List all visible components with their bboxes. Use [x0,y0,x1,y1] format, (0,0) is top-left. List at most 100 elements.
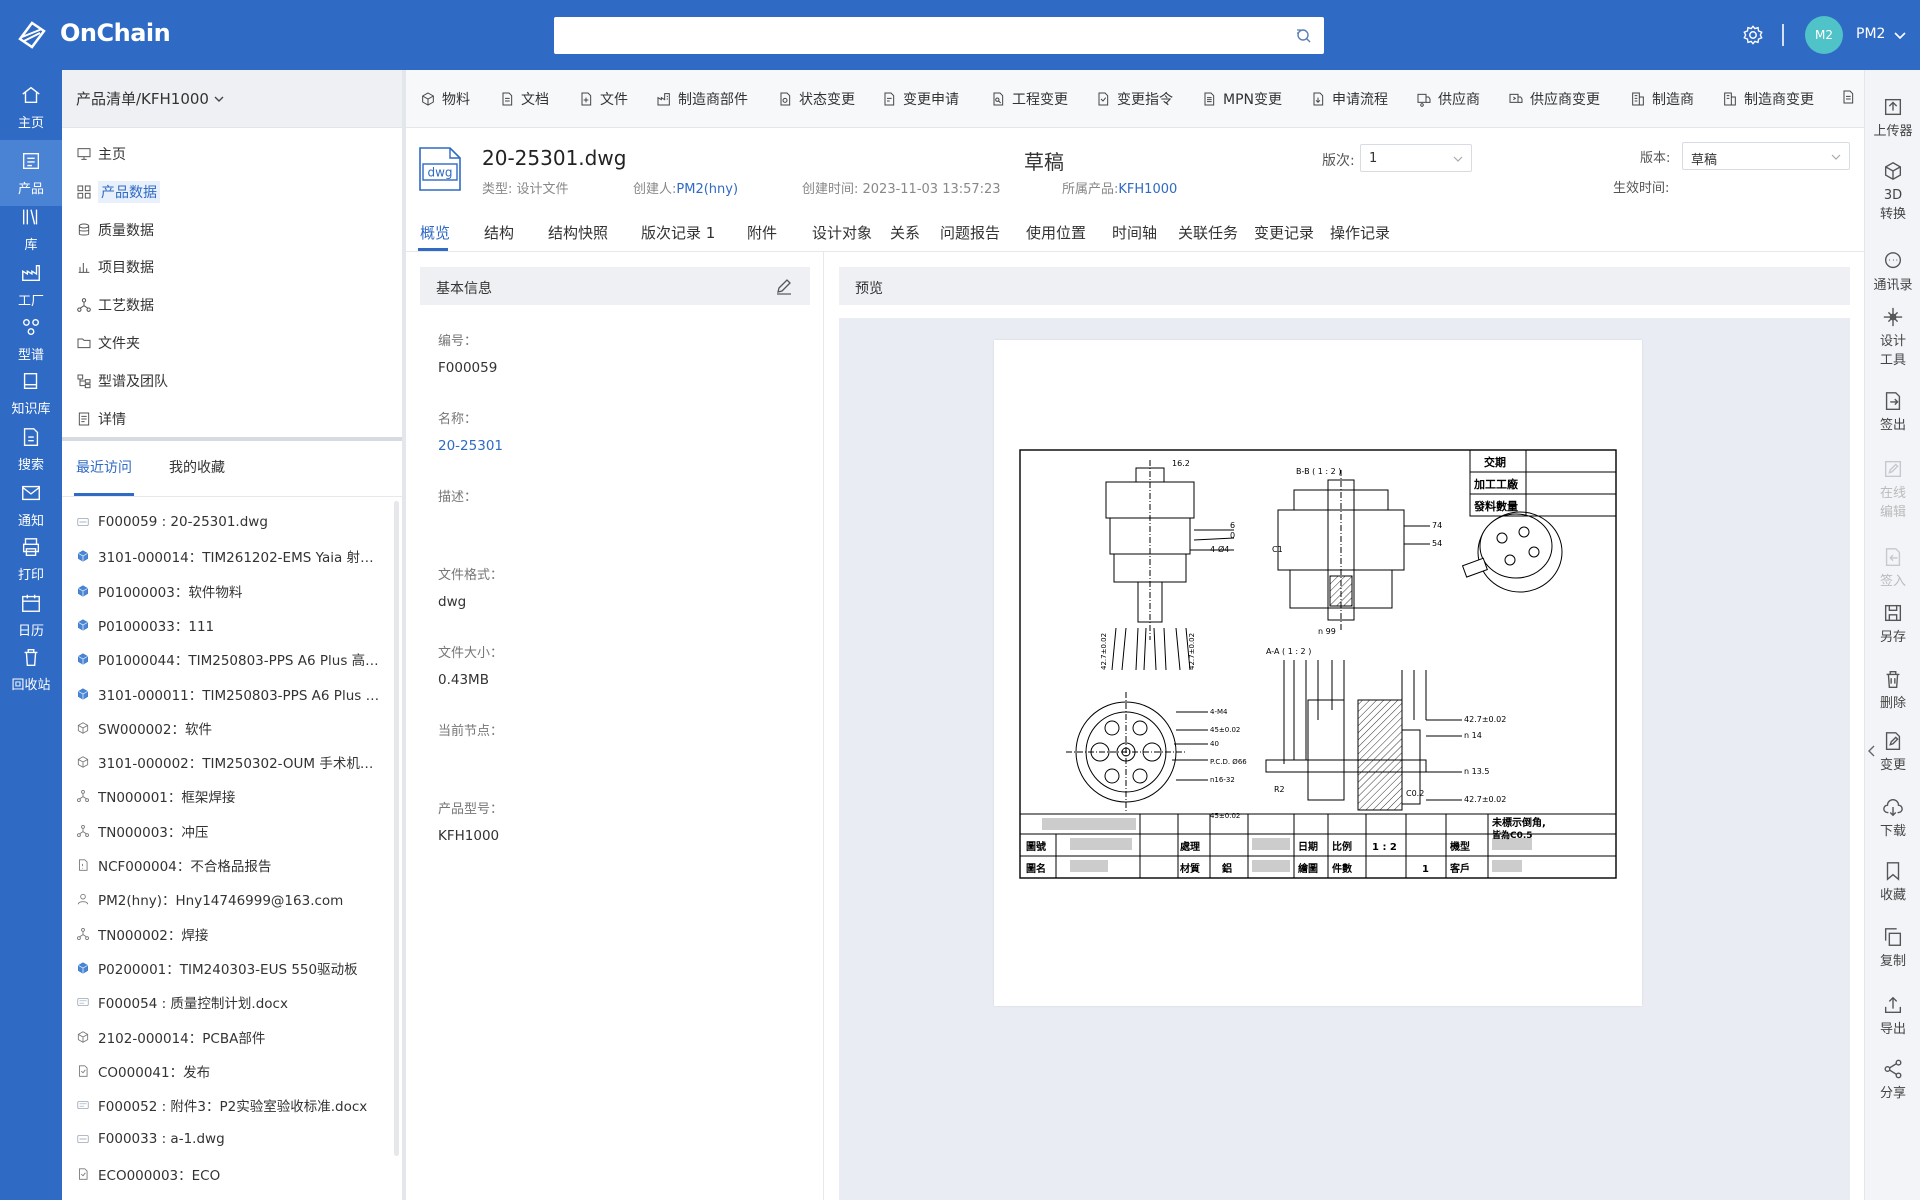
toolbar-button-9[interactable]: 申请流程 [1310,89,1388,109]
search-doc-icon [23,427,39,446]
recent-item[interactable]: CO000041：发布 [76,1060,386,1082]
action-export[interactable]: 导出 [1865,994,1920,1039]
tab-1[interactable]: 结构 [484,222,514,243]
tree-item-7[interactable]: 详情 [76,407,126,431]
tb-jiagong: 加工工廠 [1473,477,1519,491]
tab-favorites[interactable]: 我的收藏 [169,457,225,477]
action-checkout[interactable]: 签出 [1865,390,1920,435]
recent-item[interactable]: ECO000003：ECO [76,1163,386,1185]
action-save-as[interactable]: 另存 [1865,602,1920,647]
action-design-tool[interactable]: 设计 工具 [1865,306,1920,370]
toolbar-button-5[interactable]: 变更申请 [881,89,959,109]
tree-item-2[interactable]: 质量数据 [76,218,154,242]
tab-12[interactable]: 操作记录 [1330,222,1390,243]
action-bookmark[interactable]: 收藏 [1865,860,1920,905]
tab-5[interactable]: 设计对象 [812,222,872,243]
toolbar-button-1[interactable]: 文档 [499,89,549,109]
edition-select[interactable]: 草稿 [1682,142,1850,170]
toolbar-button-4[interactable]: 状态变更 [777,89,855,109]
tab-2[interactable]: 结构快照 [548,222,608,243]
recent-item[interactable]: TN000002：焊接 [76,923,386,945]
recent-item[interactable]: F000033 : a-1.dwg [76,1128,386,1150]
basic-info-header: 基本信息 [420,267,810,305]
drawing-preview[interactable]: 16.2 6 0 4-Ø4 42.7±0.02 42.7±0.02 B-B ( [994,340,1642,1006]
nav-item-10[interactable]: 回收站 [0,636,62,702]
recent-item[interactable]: 3101-000011：TIM250803-PPS A6 Plus 高… [76,683,386,705]
collapse-left-icon[interactable] [1866,745,1876,757]
toolbar-button-6[interactable]: 工程变更 [990,89,1068,109]
tree-item-3[interactable]: 项目数据 [76,255,154,279]
recent-item[interactable]: SW000002：软件 [76,717,386,739]
user-name[interactable]: PM2 [1856,26,1885,42]
tab-6[interactable]: 关系 [890,222,920,243]
recent-item[interactable]: TN000003：冲压 [76,820,386,842]
chevron-down-icon[interactable] [1893,29,1907,43]
toolbar-button-11[interactable]: 供应商变更 [1508,89,1600,109]
recent-item[interactable]: F000054 : 质量控制计划.docx [76,991,386,1013]
tab-11[interactable]: 变更记录 [1254,222,1314,243]
recent-item[interactable]: P01000044：TIM250803-PPS A6 Plus 高端… [76,648,386,670]
recent-item[interactable]: P01000033：111 [76,614,386,636]
tree-item-5[interactable]: 文件夹 [76,331,140,355]
file-product-link[interactable]: KFH1000 [1118,182,1177,197]
recent-item[interactable]: F000059 : 20-25301.dwg [76,511,386,533]
recent-item[interactable]: 3101-000002：TIM250302-OUM 手术机器人 [76,751,386,773]
recent-item[interactable]: PM2(hny)：Hny14746999@163.com [76,888,386,910]
recent-item[interactable]: TN000001：框架焊接 [76,785,386,807]
recent-item[interactable]: P0200001：TIM240303-EUS 550驱动板 [76,957,386,979]
toolbar-button-3[interactable]: 制造商部件 [656,89,748,109]
toolbar-button-13[interactable]: 制造商变更 [1722,89,1814,109]
tree-item-4[interactable]: 工艺数据 [76,293,154,317]
toolbar-button-2[interactable]: 文件 [578,89,628,109]
toolbar-button-12[interactable]: 制造商 [1630,89,1694,109]
tab-recent[interactable]: 最近访问 [76,457,132,477]
revision-select[interactable]: 1 [1360,144,1472,172]
right-action-bar: 上传器 3D 转换 通讯录 设计 工具 签出 在线 编辑 签入 另存 删除 变更 下载 收藏 复制 导出 分享 [1864,70,1920,1200]
action-copy[interactable]: 复制 [1865,926,1920,971]
recent-item[interactable]: NCF000004：不合格品报告 [76,854,386,876]
action-3d-convert[interactable]: 3D 转换 [1865,160,1920,224]
settings-gear-icon[interactable] [1742,24,1764,46]
edition-value: 草稿 [1691,153,1718,168]
tab-4[interactable]: 附件 [747,222,777,243]
action-chat[interactable]: 通讯录 [1865,250,1920,295]
search-icon[interactable] [1294,26,1314,46]
recent-item[interactable]: 2102-000014：PCBA部件 [76,1026,386,1048]
tab-9[interactable]: 时间轴 [1112,222,1157,243]
tree-item-1[interactable]: 产品数据 [76,180,160,204]
recent-item[interactable]: P01000003：软件物料 [76,580,386,602]
nav-item-label: 主页 [17,115,44,131]
toolbar-overflow[interactable] [1840,89,1862,105]
factory-icon [22,264,40,281]
toolbar-button-8[interactable]: MPN变更 [1201,89,1282,109]
tb-jixing: 機型 [1450,840,1470,853]
action-trash[interactable]: 删除 [1865,668,1920,713]
tab-7[interactable]: 问题报告 [940,222,1000,243]
action-download[interactable]: 下载 [1865,796,1920,841]
tree-item-6[interactable]: 型谱及团队 [76,369,168,393]
file-title: 20-25301.dwg [482,146,627,170]
tab-0[interactable]: 概览 [420,222,450,243]
file-creator-link[interactable]: PM2(hny) [676,182,738,197]
recent-item[interactable]: F000052 : 附件3：P2实验室验收标准.docx [76,1094,386,1116]
recent-item[interactable]: 3101-000014：TIM261202-EMS Yaia 射频… [76,545,386,567]
scrollbar[interactable] [394,501,399,1156]
tree-item-0[interactable]: 主页 [76,142,126,166]
edit-pencil-icon[interactable] [774,276,794,296]
knowledge-icon [23,372,38,389]
tree-breadcrumb[interactable]: 产品清单/KFH1000 [62,70,402,128]
nav-item-0[interactable]: 主页 [0,74,62,140]
action-online-edit: 在线 编辑 [1865,458,1920,522]
global-search-input[interactable] [554,17,1324,54]
avatar[interactable]: M2 [1805,16,1843,54]
tab-8[interactable]: 使用位置 [1026,222,1086,243]
toolbar-button-10[interactable]: 供应商 [1416,89,1480,109]
action-upload[interactable]: 上传器 [1865,96,1920,141]
field-value[interactable]: 20-25301 [438,438,503,454]
tab-3[interactable]: 版次记录 1 [641,222,715,243]
toolbar-button-7[interactable]: 变更指令 [1095,89,1173,109]
toolbar-button-0[interactable]: 物料 [420,89,470,109]
app-logo[interactable]: OnChain [16,17,171,49]
action-share[interactable]: 分享 [1865,1058,1920,1103]
tab-10[interactable]: 关联任务 [1178,222,1238,243]
